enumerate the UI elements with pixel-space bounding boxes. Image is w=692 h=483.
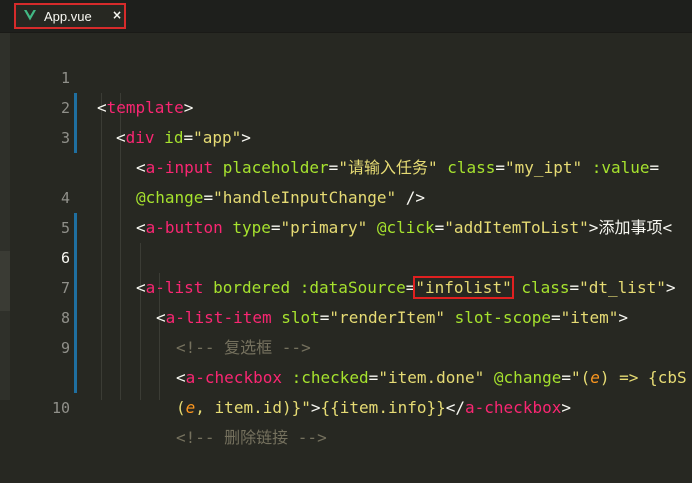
code-line: 5 [0, 183, 692, 237]
code-line: 4 <a-button type="primary" @click="addIt… [0, 153, 692, 237]
code-line: 6 <a-list bordered :dataSource="infolist… [0, 213, 692, 299]
tab-label: App.vue [44, 9, 92, 24]
code-line: (e, item.id)}">{{item.info}}</a-checkbox… [176, 398, 571, 417]
tab-app-vue[interactable]: App.vue × [14, 3, 126, 29]
code-line: @change="handleInputChange" /> [136, 188, 426, 207]
code-line: 7 <a-list-item slot="renderItem" slot-sc… [0, 243, 692, 327]
code-line: 8 <!-- 复选框 --> [0, 273, 692, 357]
tab-bar: App.vue × [0, 0, 692, 33]
code-line: 1 <template> [0, 33, 692, 117]
code-line: 10 <!-- 删除链接 --> [0, 363, 692, 447]
line-number: 10 [51, 399, 70, 417]
code-line: 3 <a-input placeholder="请输入任务" class="my… [0, 93, 692, 177]
code-line: 2 <div id="app"> [0, 63, 692, 147]
code-comment: <!-- 删除链接 --> [176, 428, 327, 447]
code-line: 9 <a-checkbox :checked="item.done" @chan… [0, 303, 692, 387]
vue-icon [24, 10, 36, 21]
close-icon[interactable]: × [112, 8, 122, 22]
